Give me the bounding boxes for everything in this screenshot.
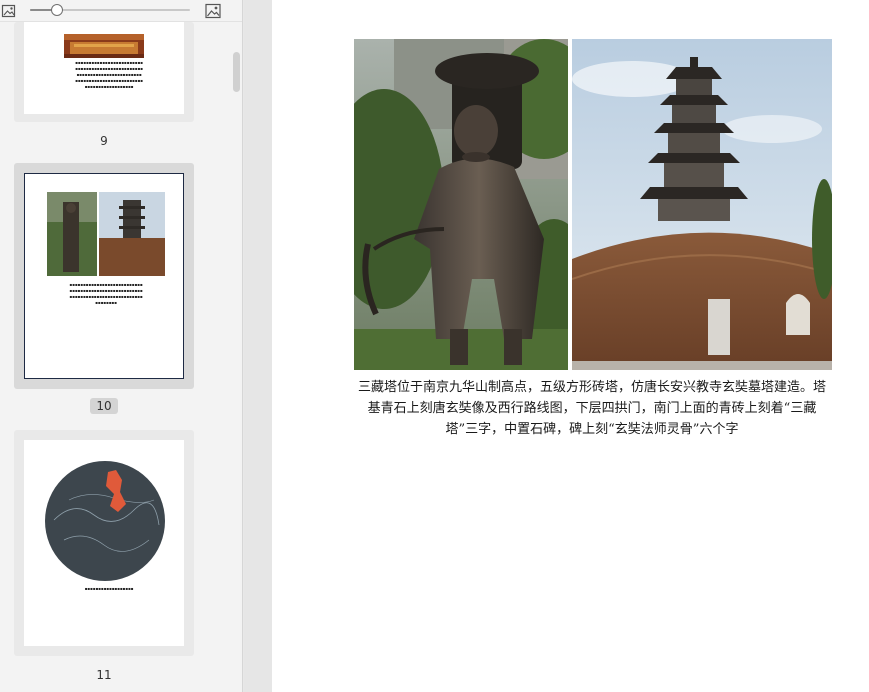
page-number-9: 9 [100, 134, 108, 148]
document-workspace: 三藏塔位于南京九华山制高点，五级方形砖塔，仿唐长安兴教寺玄奘墓塔建造。塔基青石上… [244, 0, 869, 692]
thumbnail-label-9: 9 [14, 133, 194, 149]
pagoda-photo [572, 39, 832, 370]
thumbnail-page-9-preview: ▪▪▪▪▪▪▪▪▪▪▪▪▪▪▪▪▪▪▪▪▪▪▪▪▪ ▪▪▪▪▪▪▪▪▪▪▪▪▪▪▪… [24, 22, 184, 114]
thumbnail-panel: ▪▪▪▪▪▪▪▪▪▪▪▪▪▪▪▪▪▪▪▪▪▪▪▪▪ ▪▪▪▪▪▪▪▪▪▪▪▪▪▪▪… [0, 0, 243, 692]
thumbnail-page-9[interactable]: ▪▪▪▪▪▪▪▪▪▪▪▪▪▪▪▪▪▪▪▪▪▪▪▪▪ ▪▪▪▪▪▪▪▪▪▪▪▪▪▪▪… [14, 22, 194, 122]
thumbnail-9-photo [64, 34, 144, 58]
image-small-icon[interactable] [1, 3, 17, 19]
page-number-11: 11 [96, 668, 112, 682]
thumbnail-10-text: ▪▪▪▪▪▪▪▪▪▪▪▪▪▪▪▪▪▪▪▪▪▪▪▪▪▪▪ ▪▪▪▪▪▪▪▪▪▪▪▪▪… [69, 282, 143, 305]
zoom-slider[interactable] [30, 4, 190, 16]
page-number-10: 10 [90, 398, 118, 414]
photo-caption: 三藏塔位于南京九华山制高点，五级方形砖塔，仿唐长安兴教寺玄奘墓塔建造。塔基青石上… [357, 380, 826, 437]
thumbnail-11-map [45, 461, 165, 581]
thumbnail-label-10: 10 [14, 398, 194, 414]
document-page: 三藏塔位于南京九华山制高点，五级方形砖塔，仿唐长安兴教寺玄奘墓塔建造。塔基青石上… [272, 0, 869, 692]
thumbnail-label-11: 11 [14, 667, 194, 683]
thumbnail-toolbar [0, 0, 242, 22]
statue-photo [354, 39, 568, 370]
thumbnail-page-11[interactable]: ▪▪▪▪▪▪▪▪▪▪▪▪▪▪▪▪▪▪ [14, 430, 194, 656]
image-large-icon[interactable] [205, 3, 221, 19]
thumbnail-page-10-preview: ▪▪▪▪▪▪▪▪▪▪▪▪▪▪▪▪▪▪▪▪▪▪▪▪▪▪▪ ▪▪▪▪▪▪▪▪▪▪▪▪▪… [24, 173, 184, 379]
zoom-slider-knob[interactable] [51, 4, 64, 16]
pdf-viewer: ▪▪▪▪▪▪▪▪▪▪▪▪▪▪▪▪▪▪▪▪▪▪▪▪▪ ▪▪▪▪▪▪▪▪▪▪▪▪▪▪▪… [0, 0, 869, 692]
thumbnail-page-11-preview: ▪▪▪▪▪▪▪▪▪▪▪▪▪▪▪▪▪▪ [24, 440, 184, 646]
thumbnail-scroll-thumb[interactable] [233, 52, 240, 92]
thumbnail-10-photos [47, 192, 165, 276]
thumbnail-11-text: ▪▪▪▪▪▪▪▪▪▪▪▪▪▪▪▪▪▪ [84, 586, 134, 591]
thumbnail-9-text: ▪▪▪▪▪▪▪▪▪▪▪▪▪▪▪▪▪▪▪▪▪▪▪▪▪ ▪▪▪▪▪▪▪▪▪▪▪▪▪▪▪… [75, 60, 143, 89]
thumbnail-page-10[interactable]: ▪▪▪▪▪▪▪▪▪▪▪▪▪▪▪▪▪▪▪▪▪▪▪▪▪▪▪ ▪▪▪▪▪▪▪▪▪▪▪▪▪… [14, 163, 194, 389]
thumbnail-scrollbar[interactable] [231, 22, 242, 692]
